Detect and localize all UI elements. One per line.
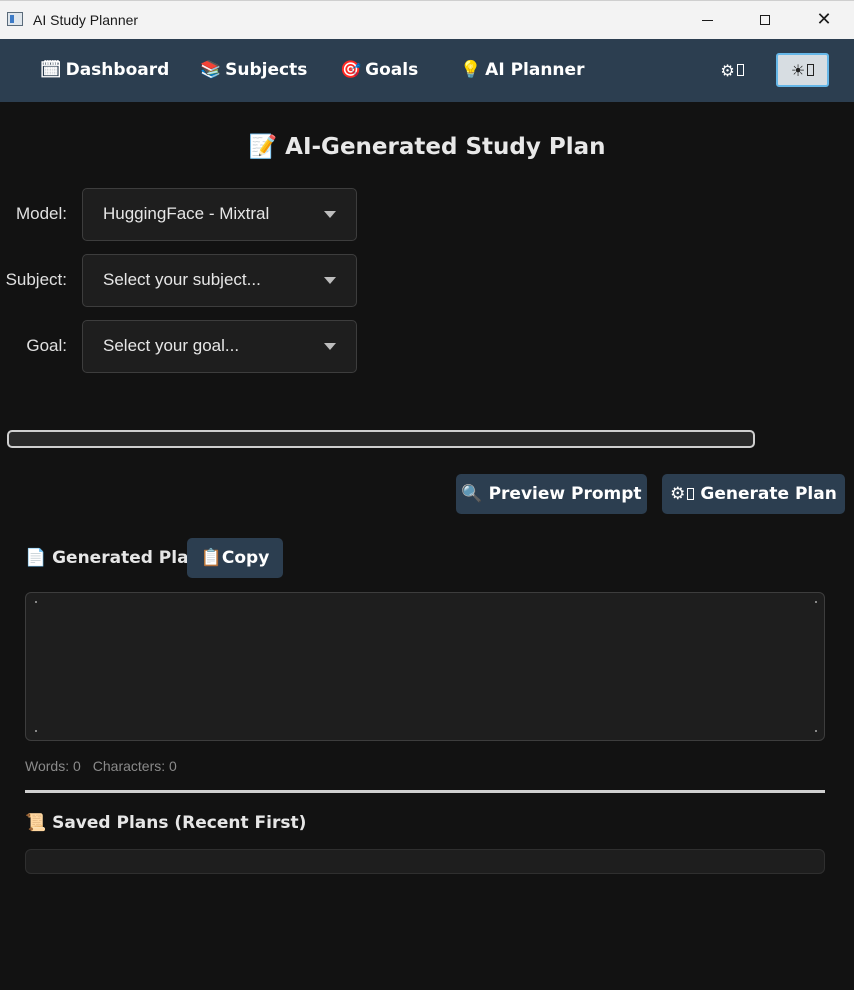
goal-select-value: Select your goal... — [103, 336, 240, 355]
model-select[interactable]: HuggingFace - Mixtral — [82, 188, 357, 241]
nav-item-ai-planner[interactable]: 💡 AI Planner — [460, 60, 584, 80]
goal-label: Goal: — [26, 336, 67, 355]
generated-plan-textarea[interactable] — [25, 592, 825, 741]
generated-plan-label: Generated Plan — [52, 548, 201, 568]
model-label: Model: — [15, 204, 67, 223]
generate-plan-label: Generate Plan — [700, 484, 837, 504]
page-title: 📝 AI-Generated Study Plan — [0, 133, 854, 160]
resize-corner — [815, 601, 817, 603]
minimize-button[interactable] — [678, 1, 736, 39]
search-icon: 🔍 — [461, 484, 483, 504]
missing-glyph-icon — [736, 64, 744, 76]
memo-icon: 📝 — [248, 134, 278, 160]
resize-corner — [35, 730, 37, 732]
resize-corner — [35, 601, 37, 603]
preview-prompt-label: Preview Prompt — [488, 484, 642, 504]
calendar-icon: 🗓 — [40, 60, 62, 80]
window-title: AI Study Planner — [33, 12, 139, 28]
minimize-icon — [701, 19, 713, 21]
clipboard-icon: 📋 — [200, 548, 222, 568]
subject-select[interactable]: Select your subject... — [82, 254, 357, 307]
goal-select[interactable]: Select your goal... — [82, 320, 357, 373]
nav-item-goals[interactable]: 🎯 Goals — [340, 60, 418, 80]
nav-item-label: AI Planner — [485, 60, 585, 80]
progress-bar — [7, 430, 755, 448]
generated-plan-heading: 📄 Generated Plan — [25, 548, 201, 568]
close-button[interactable]: ✕ — [795, 1, 853, 39]
saved-plans-list[interactable] — [25, 849, 825, 874]
model-select-value: HuggingFace - Mixtral — [103, 204, 270, 223]
nav-item-dashboard[interactable]: 🗓 Dashboard — [40, 60, 169, 80]
app-window-icon — [7, 12, 23, 26]
character-count: Characters: 0 — [92, 758, 177, 774]
maximize-button[interactable] — [736, 1, 794, 39]
copy-label: Copy — [221, 548, 270, 568]
chevron-down-icon — [324, 211, 336, 218]
books-icon: 📚 — [200, 60, 222, 80]
maximize-icon — [760, 15, 770, 25]
window-titlebar: AI Study Planner ✕ — [0, 0, 854, 39]
copy-button[interactable]: 📋 Copy — [187, 538, 283, 578]
divider — [25, 790, 825, 793]
saved-plans-heading: 📜 Saved Plans (Recent First) — [25, 813, 306, 833]
subject-label: Subject: — [5, 270, 67, 289]
gear-icon: ⚙ — [720, 60, 735, 80]
nav-item-subjects[interactable]: 📚 Subjects — [200, 60, 307, 80]
sun-icon: ☀ — [790, 60, 806, 80]
gear-icon: ⚙ — [670, 484, 686, 504]
settings-button[interactable]: ⚙ — [712, 53, 752, 87]
scroll-icon: 📜 — [25, 813, 47, 833]
chevron-down-icon — [324, 343, 336, 350]
theme-toggle-button[interactable]: ☀ — [776, 53, 829, 87]
lightbulb-icon: 💡 — [460, 60, 482, 80]
resize-corner — [815, 730, 817, 732]
word-count: Words: 0 — [25, 758, 81, 774]
text-stats: Words: 0 Characters: 0 — [25, 758, 177, 774]
generate-plan-button[interactable]: ⚙ Generate Plan — [662, 474, 845, 514]
close-icon: ✕ — [816, 9, 832, 30]
nav-item-label: Dashboard — [65, 60, 170, 80]
missing-glyph-icon — [687, 488, 695, 500]
nav-item-label: Subjects — [225, 60, 308, 80]
page-title-text: AI-Generated Study Plan — [285, 134, 606, 160]
nav-item-label: Goals — [365, 60, 419, 80]
nav-bar: 🗓 Dashboard 📚 Subjects 🎯 Goals 💡 AI Planner … — [0, 39, 854, 102]
chevron-down-icon — [324, 277, 336, 284]
saved-plans-label: Saved Plans (Recent First) — [52, 813, 307, 833]
missing-glyph-icon — [807, 64, 815, 76]
subject-select-value: Select your subject... — [103, 270, 261, 289]
page-icon: 📄 — [25, 548, 47, 568]
target-icon: 🎯 — [340, 60, 362, 80]
preview-prompt-button[interactable]: 🔍 Preview Prompt — [456, 474, 647, 514]
